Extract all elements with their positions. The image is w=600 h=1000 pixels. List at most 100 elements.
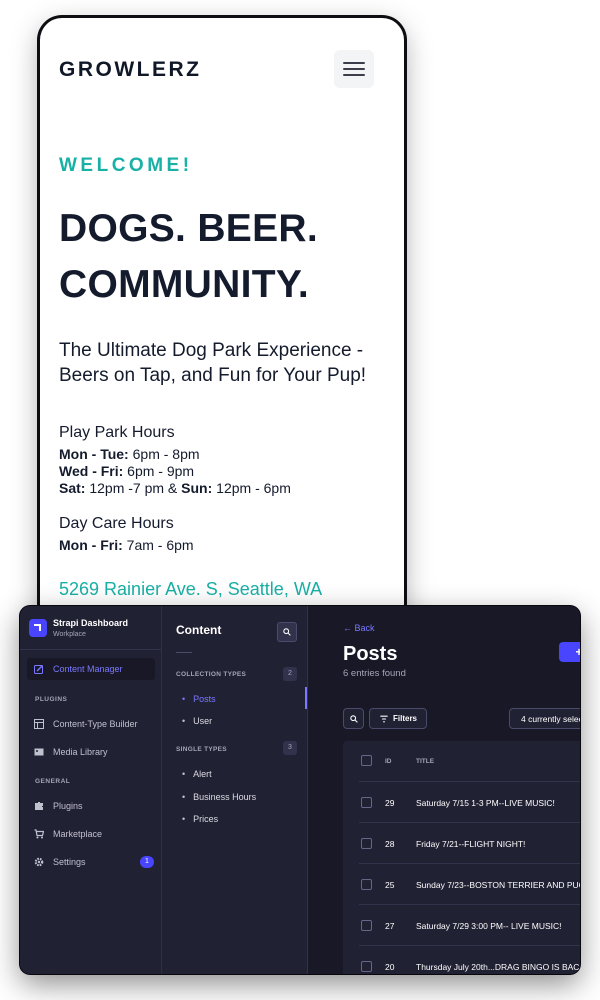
site-logo[interactable]: GROWLERZ (59, 58, 201, 82)
nav-settings[interactable]: Settings 1 (27, 851, 155, 873)
hours-line: Wed - Fri: 6pm - 9pm (59, 463, 194, 479)
table-row[interactable]: 25 Sunday 7/23--BOSTON TERRIER AND PUG M… (343, 864, 580, 905)
hamburger-menu-button[interactable] (334, 50, 374, 88)
entries-count: 6 entries found (343, 668, 406, 679)
hero-headline: DOGS. BEER. COMMUNITY. (59, 201, 399, 313)
single-types-label: SINGLE TYPES (176, 746, 227, 753)
cell-id: 28 (385, 839, 395, 849)
back-link[interactable]: ← Back (343, 623, 375, 633)
collection-types-count: 2 (283, 667, 297, 681)
subnav-item-user[interactable]: User (182, 716, 212, 726)
table-row[interactable]: 28 Friday 7/21--FLIGHT NIGHT! (343, 823, 580, 864)
column-header-id[interactable]: ID (385, 758, 392, 765)
layout-icon (34, 719, 44, 729)
cell-title: Thursday July 20th...DRAG BINGO IS BACK (416, 962, 580, 972)
collection-list-view: ← Back Posts 6 entries found + Filters 4… (308, 606, 580, 974)
hours-day: Mon - Fri: (59, 537, 123, 553)
hours-time: 12pm -7 pm & (85, 480, 182, 496)
hours-day: Wed - Fri: (59, 463, 124, 479)
cell-title: Sunday 7/23--BOSTON TERRIER AND PUG MEET… (416, 880, 580, 890)
search-icon (283, 628, 291, 636)
row-checkbox[interactable] (361, 920, 372, 931)
subnav-item-posts[interactable]: Posts (182, 694, 216, 704)
filters-label: Filters (393, 714, 418, 723)
nav-label: Plugins (53, 801, 83, 811)
puzzle-icon (35, 802, 43, 810)
table-row[interactable]: 29 Saturday 7/15 1-3 PM--LIVE MUSIC! (343, 782, 580, 823)
selection-label: 4 currently selected (521, 714, 580, 724)
page-title: Posts (343, 643, 398, 665)
cell-title: Saturday 7/15 1-3 PM--LIVE MUSIC! (416, 798, 555, 808)
nav-content-manager[interactable]: Content Manager (27, 658, 155, 680)
hero-tagline: The Ultimate Dog Park Experience - Beers… (59, 340, 367, 386)
column-header-title[interactable]: TITLE (416, 758, 434, 765)
menu-icon (343, 68, 365, 70)
gear-icon (34, 857, 44, 867)
workspace-subtitle: Workplace (53, 631, 86, 638)
cell-title: Saturday 7/29 3:00 PM-- LIVE MUSIC! (416, 921, 562, 931)
search-icon (350, 715, 358, 723)
cell-id: 25 (385, 880, 395, 890)
hero-headline-line: DOGS. BEER. (59, 207, 319, 250)
subnav-item-business-hours[interactable]: Business Hours (182, 792, 256, 802)
general-section-label: GENERAL (35, 778, 71, 785)
sidebar-divider (20, 649, 161, 650)
cell-id: 20 (385, 962, 395, 972)
cell-id: 29 (385, 798, 395, 808)
table-header-row: ID TITLE (343, 741, 580, 782)
strapi-logo-icon (29, 619, 47, 637)
cart-icon (34, 829, 44, 839)
subnav-search-button[interactable] (277, 622, 297, 642)
nav-plugins[interactable]: Plugins (27, 795, 155, 817)
hours-time: 6pm - 8pm (128, 446, 200, 462)
hours-time: 7am - 6pm (122, 537, 194, 553)
menu-icon (343, 62, 365, 64)
filter-icon (380, 715, 388, 723)
nav-label: Content Manager (53, 664, 123, 674)
mobile-site-preview: GROWLERZ WELCOME! DOGS. BEER. COMMUNITY.… (40, 18, 404, 638)
settings-notification-badge: 1 (140, 856, 154, 868)
image-icon (34, 748, 44, 756)
subnav-divider (176, 652, 192, 653)
cell-id: 27 (385, 921, 395, 931)
nav-media-library[interactable]: Media Library (27, 741, 155, 763)
play-hours-title: Play Park Hours (59, 424, 175, 441)
hero-headline-line: COMMUNITY. (59, 263, 309, 306)
strapi-admin-window: Strapi Dashboard Workplace Content Manag… (20, 606, 580, 974)
select-all-checkbox[interactable] (361, 755, 372, 766)
entries-table: ID TITLE 29 Saturday 7/15 1-3 PM--LIVE M… (343, 741, 580, 974)
nav-label: Settings (53, 857, 86, 867)
table-row[interactable]: 27 Saturday 7/29 3:00 PM-- LIVE MUSIC! (343, 905, 580, 946)
row-checkbox[interactable] (361, 961, 372, 972)
nav-label: Marketplace (53, 829, 103, 839)
nav-label: Content-Type Builder (53, 719, 138, 729)
menu-icon (343, 74, 365, 76)
list-search-button[interactable] (343, 708, 364, 729)
nav-marketplace[interactable]: Marketplace (27, 823, 155, 845)
main-nav-sidebar: Strapi Dashboard Workplace Content Manag… (20, 606, 162, 974)
row-checkbox[interactable] (361, 838, 372, 849)
hours-day: Sat: (59, 480, 86, 496)
hours-time: 6pm - 9pm (123, 463, 195, 479)
bulk-selection-button[interactable]: 4 currently selected (509, 708, 580, 729)
filters-button[interactable]: Filters (369, 708, 427, 729)
subnav-item-alert[interactable]: Alert (182, 769, 212, 779)
hours-time: 12pm - 6pm (212, 480, 291, 496)
create-entry-button[interactable]: + (559, 642, 580, 662)
row-checkbox[interactable] (361, 879, 372, 890)
hours-line: Sat: 12pm -7 pm & Sun: 12pm - 6pm (59, 480, 291, 496)
row-checkbox[interactable] (361, 797, 372, 808)
nav-content-type-builder[interactable]: Content-Type Builder (27, 713, 155, 735)
subnav-item-prices[interactable]: Prices (182, 814, 218, 824)
cell-title: Friday 7/21--FLIGHT NIGHT! (416, 839, 526, 849)
table-row[interactable]: 20 Thursday July 20th...DRAG BINGO IS BA… (343, 946, 580, 974)
welcome-eyebrow: WELCOME! (59, 155, 193, 176)
collection-types-label: COLLECTION TYPES (176, 671, 247, 678)
content-subnav: Content COLLECTION TYPES 2 Posts User SI… (162, 606, 308, 974)
address-link[interactable]: 5269 Rainier Ave. S, Seattle, WA (59, 579, 322, 600)
hours-day: Sun: (181, 480, 213, 496)
workspace-title: Strapi Dashboard (53, 618, 129, 628)
subnav-title: Content (176, 623, 222, 637)
hours-line: Mon - Fri: 7am - 6pm (59, 537, 194, 553)
nav-label: Media Library (53, 747, 108, 757)
